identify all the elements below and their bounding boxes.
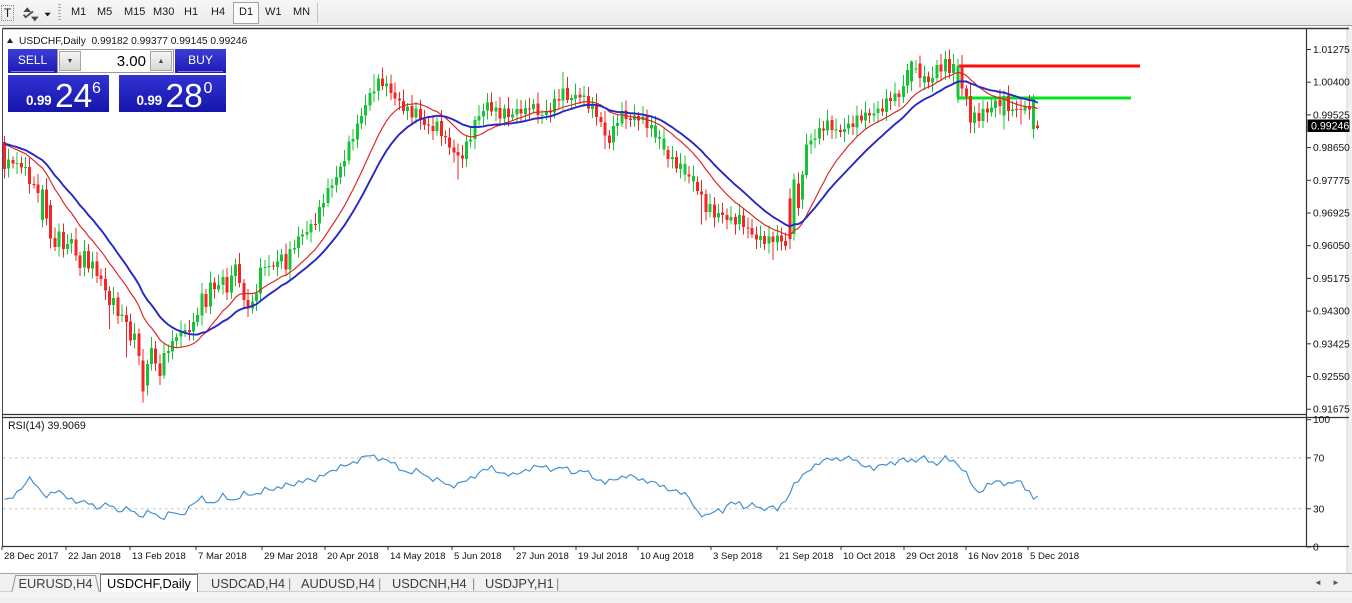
svg-text:22 Jan 2018: 22 Jan 2018 bbox=[68, 551, 121, 562]
svg-text:0.94300: 0.94300 bbox=[1313, 307, 1350, 318]
svg-text:100: 100 bbox=[1313, 415, 1330, 426]
svg-text:13 Feb 2018: 13 Feb 2018 bbox=[132, 551, 186, 562]
svg-text:5 Dec 2018: 5 Dec 2018 bbox=[1030, 551, 1079, 562]
svg-text:27 Jun 2018: 27 Jun 2018 bbox=[516, 551, 569, 562]
svg-text:10 Aug 2018: 10 Aug 2018 bbox=[640, 551, 694, 562]
svg-text:14 May 2018: 14 May 2018 bbox=[390, 551, 445, 562]
svg-text:7 Mar 2018: 7 Mar 2018 bbox=[198, 551, 247, 562]
svg-text:0.99246: 0.99246 bbox=[1311, 120, 1349, 132]
svg-text:0.97775: 0.97775 bbox=[1313, 176, 1350, 187]
svg-text:30: 30 bbox=[1313, 504, 1325, 515]
svg-text:29 Oct 2018: 29 Oct 2018 bbox=[906, 551, 958, 562]
svg-text:1.01275: 1.01275 bbox=[1313, 45, 1350, 56]
svg-text:0.96050: 0.96050 bbox=[1313, 241, 1350, 252]
svg-text:0.95175: 0.95175 bbox=[1313, 274, 1350, 285]
svg-text:0.98650: 0.98650 bbox=[1313, 143, 1350, 154]
svg-text:0.93425: 0.93425 bbox=[1313, 339, 1350, 350]
svg-text:70: 70 bbox=[1313, 453, 1325, 464]
svg-text:3 Sep 2018: 3 Sep 2018 bbox=[713, 551, 762, 562]
svg-text:19 Jul 2018: 19 Jul 2018 bbox=[578, 551, 628, 562]
svg-text:0.96925: 0.96925 bbox=[1313, 209, 1350, 220]
svg-text:29 Mar 2018: 29 Mar 2018 bbox=[264, 551, 318, 562]
svg-text:1.00400: 1.00400 bbox=[1313, 78, 1350, 89]
svg-text:5 Jun 2018: 5 Jun 2018 bbox=[454, 551, 501, 562]
svg-text:21 Sep 2018: 21 Sep 2018 bbox=[779, 551, 833, 562]
svg-text:0: 0 bbox=[1313, 543, 1319, 554]
svg-text:0.92550: 0.92550 bbox=[1313, 372, 1350, 383]
svg-text:28 Dec 2017: 28 Dec 2017 bbox=[4, 551, 58, 562]
svg-text:0.91675: 0.91675 bbox=[1313, 405, 1350, 416]
svg-text:20 Apr 2018: 20 Apr 2018 bbox=[327, 551, 379, 562]
svg-text:10 Oct 2018: 10 Oct 2018 bbox=[843, 551, 895, 562]
svg-text:16 Nov 2018: 16 Nov 2018 bbox=[968, 551, 1022, 562]
